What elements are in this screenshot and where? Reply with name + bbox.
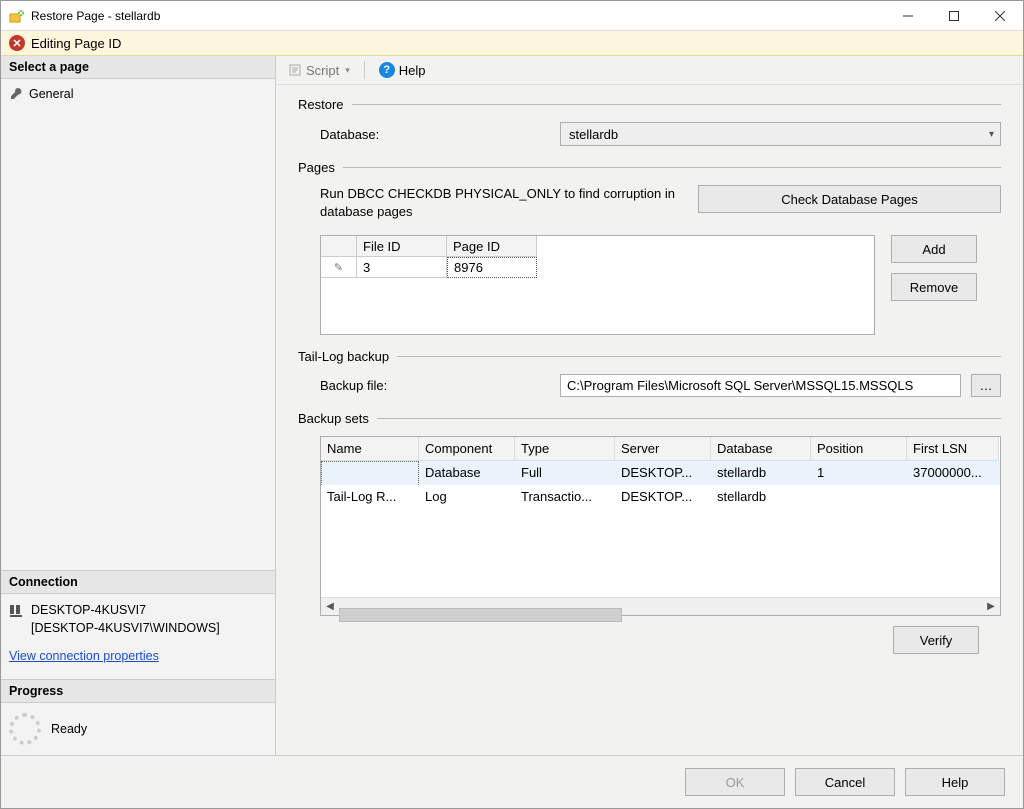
help-footer-button[interactable]: Help <box>905 768 1005 796</box>
col-position[interactable]: Position <box>811 437 907 461</box>
window-title: Restore Page - stellardb <box>31 9 160 23</box>
verify-button[interactable]: Verify <box>893 626 979 654</box>
divider <box>397 356 1001 357</box>
col-server[interactable]: Server <box>615 437 711 461</box>
scroll-left-icon[interactable]: ◀ <box>321 598 339 615</box>
taillog-group-title: Tail-Log backup <box>298 349 389 364</box>
connection-header: Connection <box>1 570 275 594</box>
cell-component: Log <box>419 485 515 509</box>
col-name[interactable]: Name <box>321 437 419 461</box>
cell-first-lsn: 37000000... <box>907 461 999 485</box>
help-icon: ? <box>379 62 395 78</box>
col-type[interactable]: Type <box>515 437 615 461</box>
wrench-icon <box>9 87 23 101</box>
toolbar-separator <box>364 61 365 79</box>
progress-spinner-icon <box>9 713 41 745</box>
script-button[interactable]: Script ▾ <box>282 61 356 80</box>
cell-component: Database <box>419 461 515 485</box>
add-button[interactable]: Add <box>891 235 977 263</box>
cell-server: DESKTOP... <box>615 461 711 485</box>
server-icon <box>9 604 23 618</box>
backup-file-value: C:\Program Files\Microsoft SQL Server\MS… <box>567 378 913 393</box>
server-name: DESKTOP-4KUSVI7 <box>31 602 220 620</box>
chevron-down-icon: ▾ <box>345 65 350 76</box>
restore-group-title: Restore <box>298 97 344 112</box>
scroll-right-icon[interactable]: ▶ <box>982 598 1000 615</box>
divider <box>343 167 1001 168</box>
col-component[interactable]: Component <box>419 437 515 461</box>
col-page-id: Page ID <box>447 236 537 257</box>
remove-button[interactable]: Remove <box>891 273 977 301</box>
horizontal-scrollbar[interactable]: ◀ ▶ <box>321 597 1000 615</box>
sidebar-item-label: General <box>29 87 73 101</box>
backup-file-label: Backup file: <box>320 378 500 393</box>
cell-name[interactable]: Tail-Log R... <box>321 485 419 509</box>
maximize-button[interactable] <box>931 1 977 31</box>
backup-sets-table[interactable]: Name Component Type Server Database Posi… <box>320 436 1001 616</box>
scroll-thumb[interactable] <box>339 608 622 622</box>
help-button[interactable]: ? Help <box>373 60 432 80</box>
select-page-header: Select a page <box>1 56 275 79</box>
cell-first-lsn <box>907 485 999 509</box>
banner-text: Editing Page ID <box>31 36 121 51</box>
status-banner: ✕ Editing Page ID <box>1 31 1023 56</box>
sidebar-item-general[interactable]: General <box>9 85 267 103</box>
toolbar: Script ▾ ? Help <box>276 56 1023 85</box>
pages-group-title: Pages <box>298 160 335 175</box>
table-row[interactable]: Tail-Log R... Log Transactio... DESKTOP.… <box>321 485 1000 509</box>
cell-position <box>811 485 907 509</box>
browse-button[interactable]: … <box>971 374 1001 397</box>
error-icon: ✕ <box>9 35 25 51</box>
cell-page-id[interactable]: 8976 <box>447 257 537 278</box>
ok-button[interactable]: OK <box>685 768 785 796</box>
cell-file-id[interactable]: 3 <box>357 257 447 278</box>
database-value: stellardb <box>569 127 618 142</box>
database-label: Database: <box>320 127 500 142</box>
backup-file-input[interactable]: C:\Program Files\Microsoft SQL Server\MS… <box>560 374 961 397</box>
divider <box>352 104 1001 105</box>
pages-grid[interactable]: File ID Page ID ✎ 3 8976 <box>320 235 875 335</box>
row-header-blank <box>321 236 357 257</box>
col-first-lsn[interactable]: First LSN <box>907 437 999 461</box>
titlebar: Restore Page - stellardb <box>1 1 1023 31</box>
close-button[interactable] <box>977 1 1023 31</box>
server-auth: [DESKTOP-4KUSVI7\WINDOWS] <box>31 620 220 638</box>
col-file-id: File ID <box>357 236 447 257</box>
progress-status: Ready <box>51 722 87 736</box>
sidebar: Select a page General Connection <box>1 56 276 755</box>
help-label: Help <box>399 63 426 78</box>
database-combo[interactable]: stellardb ▾ <box>560 122 1001 146</box>
cell-type: Full <box>515 461 615 485</box>
col-database[interactable]: Database <box>711 437 811 461</box>
minimize-button[interactable] <box>885 1 931 31</box>
cell-name[interactable] <box>321 461 419 485</box>
app-icon <box>9 8 25 24</box>
pages-grid-row[interactable]: ✎ 3 8976 <box>321 257 874 278</box>
cancel-button[interactable]: Cancel <box>795 768 895 796</box>
cell-type: Transactio... <box>515 485 615 509</box>
cell-database: stellardb <box>711 485 811 509</box>
ellipsis-icon: … <box>980 378 993 393</box>
edit-pencil-icon: ✎ <box>334 261 343 274</box>
check-database-pages-button[interactable]: Check Database Pages <box>698 185 1001 213</box>
divider <box>377 418 1001 419</box>
backupsets-group-title: Backup sets <box>298 411 369 426</box>
connection-text: DESKTOP-4KUSVI7 [DESKTOP-4KUSVI7\WINDOWS… <box>31 602 220 637</box>
table-row[interactable]: Database Full DESKTOP... stellardb 1 370… <box>321 461 1000 485</box>
cell-database: stellardb <box>711 461 811 485</box>
pages-hint: Run DBCC CHECKDB PHYSICAL_ONLY to find c… <box>320 185 680 221</box>
chevron-down-icon: ▾ <box>989 129 994 140</box>
dialog-footer: OK Cancel Help <box>1 755 1023 808</box>
script-label: Script <box>306 63 339 78</box>
cell-position: 1 <box>811 461 907 485</box>
view-connection-properties-link[interactable]: View connection properties <box>9 649 159 663</box>
row-indicator: ✎ <box>321 257 357 278</box>
progress-header: Progress <box>1 679 275 703</box>
cell-server: DESKTOP... <box>615 485 711 509</box>
